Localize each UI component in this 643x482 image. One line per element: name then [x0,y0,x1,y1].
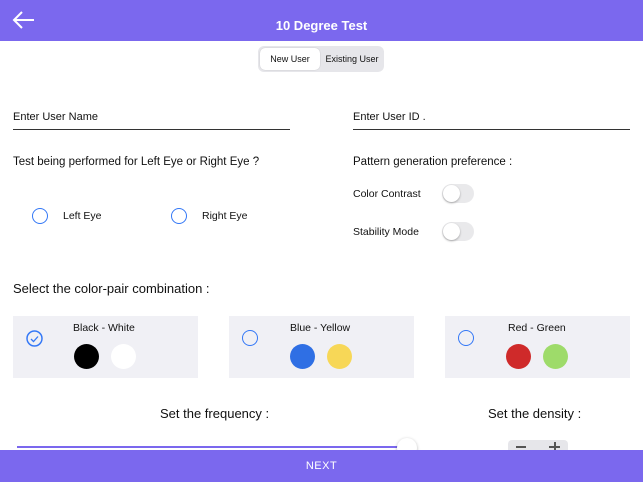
red-swatch [506,344,531,369]
black-swatch [74,344,99,369]
stability-mode-toggle[interactable] [442,222,474,241]
page-title: 10 Degree Test [275,18,368,33]
next-button[interactable]: NEXT [0,450,643,482]
user-name-field-wrap [13,107,290,130]
user-id-field-wrap [353,107,630,130]
new-user-tab[interactable]: New User [260,48,320,70]
left-eye-radio[interactable] [32,208,48,224]
left-eye-label: Left Eye [63,210,102,222]
color-contrast-label: Color Contrast [353,188,421,200]
plus-icon[interactable] [549,446,560,448]
blue-swatch [290,344,315,369]
frequency-title: Set the frequency : [160,406,270,421]
minus-icon[interactable] [516,446,526,448]
pattern-title: Pattern generation preference : [353,156,513,168]
color-contrast-toggle[interactable] [442,184,474,203]
right-eye-radio[interactable] [171,208,187,224]
stability-mode-label: Stability Mode [353,226,419,238]
blue-yellow-radio[interactable] [242,330,258,346]
user-type-segmented-control: New User Existing User [258,46,384,72]
green-swatch [543,344,568,369]
eye-question: Test being performed for Left Eye or Rig… [13,156,260,168]
frequency-slider-track[interactable] [17,446,407,448]
user-name-input[interactable] [13,107,290,127]
user-id-input[interactable] [353,107,630,127]
color-pair-title: Select the color-pair combination : [13,281,210,296]
header-bar: 10 Degree Test [0,0,643,41]
color-pair-card-red-green[interactable]: Red - Green [445,316,630,378]
density-title: Set the density : [488,406,582,421]
color-pair-name: Red - Green [508,322,566,334]
existing-user-tab[interactable]: Existing User [322,48,382,70]
red-green-radio[interactable] [458,330,474,346]
color-pair-name: Blue - Yellow [290,322,351,334]
yellow-swatch [327,344,352,369]
color-pair-card-blue-yellow[interactable]: Blue - Yellow [229,316,414,378]
arrow-left-icon[interactable] [10,8,38,32]
checkmark-icon [26,330,43,347]
right-eye-label: Right Eye [202,210,248,222]
color-pair-card-black-white[interactable]: Black - White [13,316,198,378]
white-swatch [111,344,136,369]
color-pair-name: Black - White [73,322,135,334]
